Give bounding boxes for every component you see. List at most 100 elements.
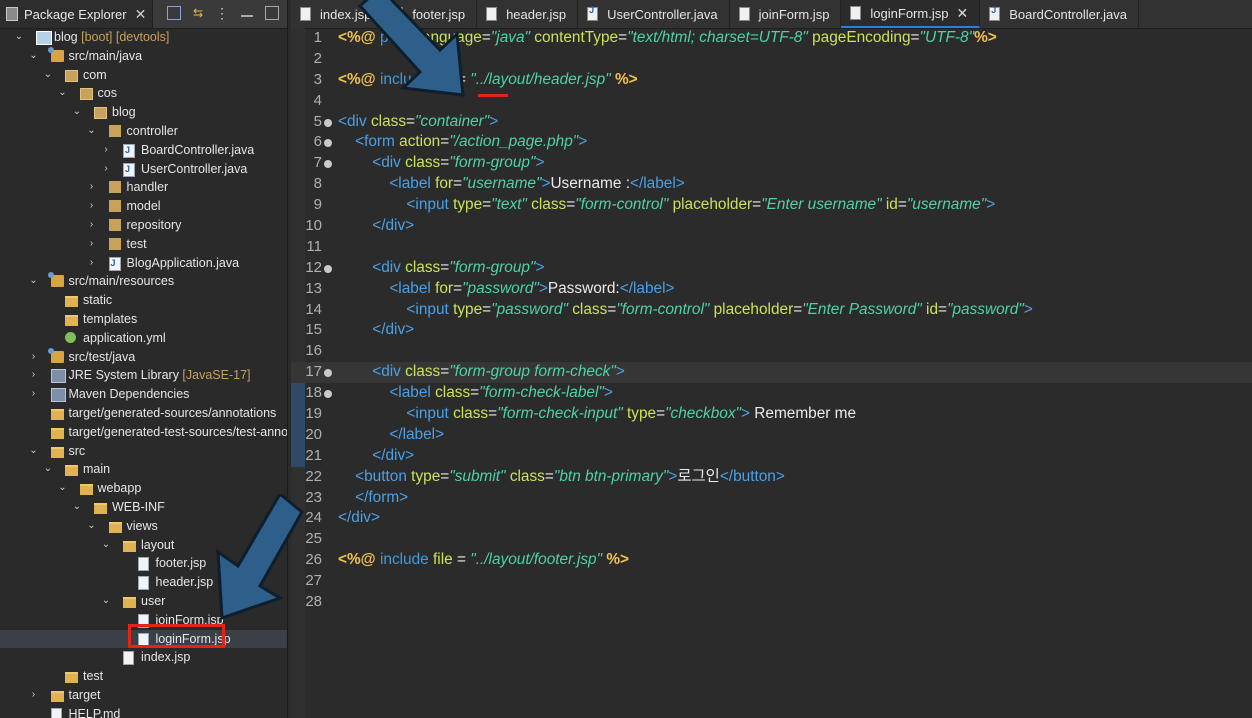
- tree-item[interactable]: › Maven Dependencies: [0, 385, 287, 404]
- fold-toggle-icon[interactable]: [324, 118, 332, 127]
- maximize-icon[interactable]: [265, 6, 279, 20]
- tree-item[interactable]: › BoardController.java: [0, 141, 287, 160]
- tree-item[interactable]: ⌄ user: [0, 592, 287, 611]
- tree-item[interactable]: › test: [0, 235, 287, 254]
- editor-tab[interactable]: joinForm.jsp: [730, 0, 842, 28]
- code-area[interactable]: 1 <%@ page language="java" contentType="t…: [291, 28, 1252, 613]
- collapse-all-icon[interactable]: [166, 6, 181, 20]
- tree-item[interactable]: › handler: [0, 178, 287, 197]
- code-line[interactable]: 4: [291, 91, 1252, 112]
- code-line[interactable]: 10 </div>: [291, 216, 1252, 237]
- close-icon[interactable]: ✕: [135, 6, 147, 23]
- tree-item[interactable]: target/generated-sources/annotations: [0, 404, 287, 423]
- tree-item[interactable]: application.yml: [0, 329, 287, 348]
- tree-item[interactable]: › target: [0, 686, 287, 705]
- tree-item[interactable]: ⌄ WEB-INF: [0, 498, 287, 517]
- code-line[interactable]: 7 <div class="form-group">: [291, 153, 1252, 174]
- chevron-down-icon[interactable]: ⌄: [58, 84, 68, 103]
- editor-tab[interactable]: BoardController.java: [980, 0, 1139, 28]
- tree-item[interactable]: loginForm.jsp: [0, 629, 287, 649]
- code-line[interactable]: 1 <%@ page language="java" contentType="t…: [291, 28, 1252, 49]
- code-line[interactable]: 14 <input type="password" class="form-co…: [291, 300, 1252, 321]
- code-line[interactable]: 6 <form action="/action_page.php">: [291, 132, 1252, 153]
- code-line[interactable]: 20 </label>: [291, 425, 1252, 446]
- chevron-right-icon[interactable]: ›: [87, 235, 97, 254]
- tree-item[interactable]: ⌄ com: [0, 66, 287, 85]
- fold-toggle-icon[interactable]: [324, 139, 332, 148]
- tab-package-explorer[interactable]: Package Explorer ✕: [0, 0, 154, 28]
- chevron-right-icon[interactable]: ›: [29, 348, 39, 367]
- chevron-down-icon[interactable]: ⌄: [58, 479, 68, 498]
- tree-item[interactable]: ⌄ cos: [0, 84, 287, 103]
- chevron-down-icon[interactable]: ⌄: [29, 442, 39, 461]
- chevron-right-icon[interactable]: ›: [29, 366, 39, 385]
- tree-item[interactable]: › model: [0, 197, 287, 216]
- code-line[interactable]: 26 <%@ include file = "../layout/footer.j…: [291, 550, 1252, 571]
- chevron-down-icon[interactable]: ⌄: [29, 47, 39, 66]
- view-menu-icon[interactable]: ⋮: [215, 6, 229, 20]
- code-line[interactable]: 25: [291, 529, 1252, 550]
- chevron-right-icon[interactable]: ›: [29, 686, 39, 705]
- chevron-down-icon[interactable]: ⌄: [72, 103, 82, 122]
- tree-item[interactable]: test: [0, 667, 287, 686]
- tree-item[interactable]: static: [0, 291, 287, 310]
- editor-tab[interactable]: footer.jsp: [383, 0, 478, 28]
- chevron-down-icon[interactable]: ⌄: [72, 498, 82, 517]
- chevron-right-icon[interactable]: ›: [87, 178, 97, 197]
- chevron-right-icon[interactable]: ›: [87, 197, 97, 216]
- link-with-editor-icon[interactable]: ⇆: [193, 7, 203, 19]
- tree-item[interactable]: ⌄ blog: [0, 103, 287, 122]
- chevron-right-icon[interactable]: ›: [101, 160, 111, 179]
- fold-toggle-icon[interactable]: [324, 264, 332, 273]
- code-line[interactable]: 11: [291, 237, 1252, 258]
- tree-item[interactable]: › JRE System Library [JavaSE-17]: [0, 366, 287, 385]
- code-line[interactable]: 2: [291, 49, 1252, 70]
- chevron-down-icon[interactable]: ⌄: [87, 122, 97, 141]
- code-line[interactable]: 13 <label for="password">Password:</labe…: [291, 279, 1252, 300]
- chevron-down-icon[interactable]: ⌄: [14, 28, 24, 47]
- tree-item[interactable]: ⌄ controller: [0, 122, 287, 141]
- tree-item[interactable]: ⌄ src/main/resources: [0, 272, 287, 291]
- chevron-right-icon[interactable]: ›: [29, 385, 39, 404]
- editor-tab[interactable]: index.jsp: [291, 0, 384, 28]
- chevron-down-icon[interactable]: ⌄: [43, 66, 53, 85]
- tree-item[interactable]: › repository: [0, 216, 287, 235]
- fold-toggle-icon[interactable]: [324, 369, 332, 378]
- fold-toggle-icon[interactable]: [324, 160, 332, 169]
- chevron-down-icon[interactable]: ⌄: [87, 517, 97, 536]
- chevron-down-icon[interactable]: ⌄: [101, 536, 111, 555]
- tree-item[interactable]: ⌄ src/main/java: [0, 46, 287, 66]
- tree-item[interactable]: header.jsp: [0, 573, 287, 592]
- code-line[interactable]: 3 <%@ include file = "../layout/header.js…: [291, 70, 1252, 91]
- code-line[interactable]: 22 <button type="submit" class="btn btn-…: [291, 467, 1252, 488]
- code-line[interactable]: 23 </form>: [291, 488, 1252, 509]
- close-icon[interactable]: ✕: [956, 5, 968, 22]
- chevron-down-icon[interactable]: ⌄: [43, 460, 53, 479]
- tree-item[interactable]: HELP.md: [0, 705, 287, 718]
- tree-item[interactable]: ⌄ webapp: [0, 479, 287, 498]
- tree-item[interactable]: footer.jsp: [0, 554, 287, 573]
- fold-toggle-icon[interactable]: [324, 390, 332, 399]
- tree-item[interactable]: index.jsp: [0, 648, 287, 667]
- tree-item[interactable]: › src/test/java: [0, 347, 287, 367]
- tree-item[interactable]: ⌄ views: [0, 517, 287, 536]
- code-line[interactable]: 5 <div class="container">: [291, 112, 1252, 133]
- chevron-right-icon[interactable]: ›: [101, 141, 111, 160]
- tree-item[interactable]: › BlogApplication.java: [0, 254, 287, 273]
- code-line[interactable]: 28: [291, 592, 1252, 613]
- chevron-down-icon[interactable]: ⌄: [101, 592, 111, 611]
- code-line[interactable]: 12 <div class="form-group">: [291, 258, 1252, 279]
- code-line[interactable]: 18 <label class="form-check-label">: [291, 383, 1252, 404]
- tree-item[interactable]: ⌄ src: [0, 442, 287, 461]
- code-line[interactable]: 19 <input class="form-check-input" type=…: [291, 404, 1252, 425]
- editor-tab[interactable]: header.jsp: [477, 0, 579, 28]
- editor-tab[interactable]: loginForm.jsp ✕: [841, 0, 981, 28]
- tree-item[interactable]: templates: [0, 310, 287, 329]
- chevron-down-icon[interactable]: ⌄: [29, 272, 39, 291]
- code-line[interactable]: 9 <input type="text" class="form-control…: [291, 195, 1252, 216]
- tree-item[interactable]: ⌄ main: [0, 460, 287, 479]
- code-line[interactable]: 27: [291, 571, 1252, 592]
- tree-item[interactable]: › UserController.java: [0, 160, 287, 179]
- code-line[interactable]: 21 </div>: [291, 446, 1252, 467]
- minimize-icon[interactable]: [241, 9, 253, 17]
